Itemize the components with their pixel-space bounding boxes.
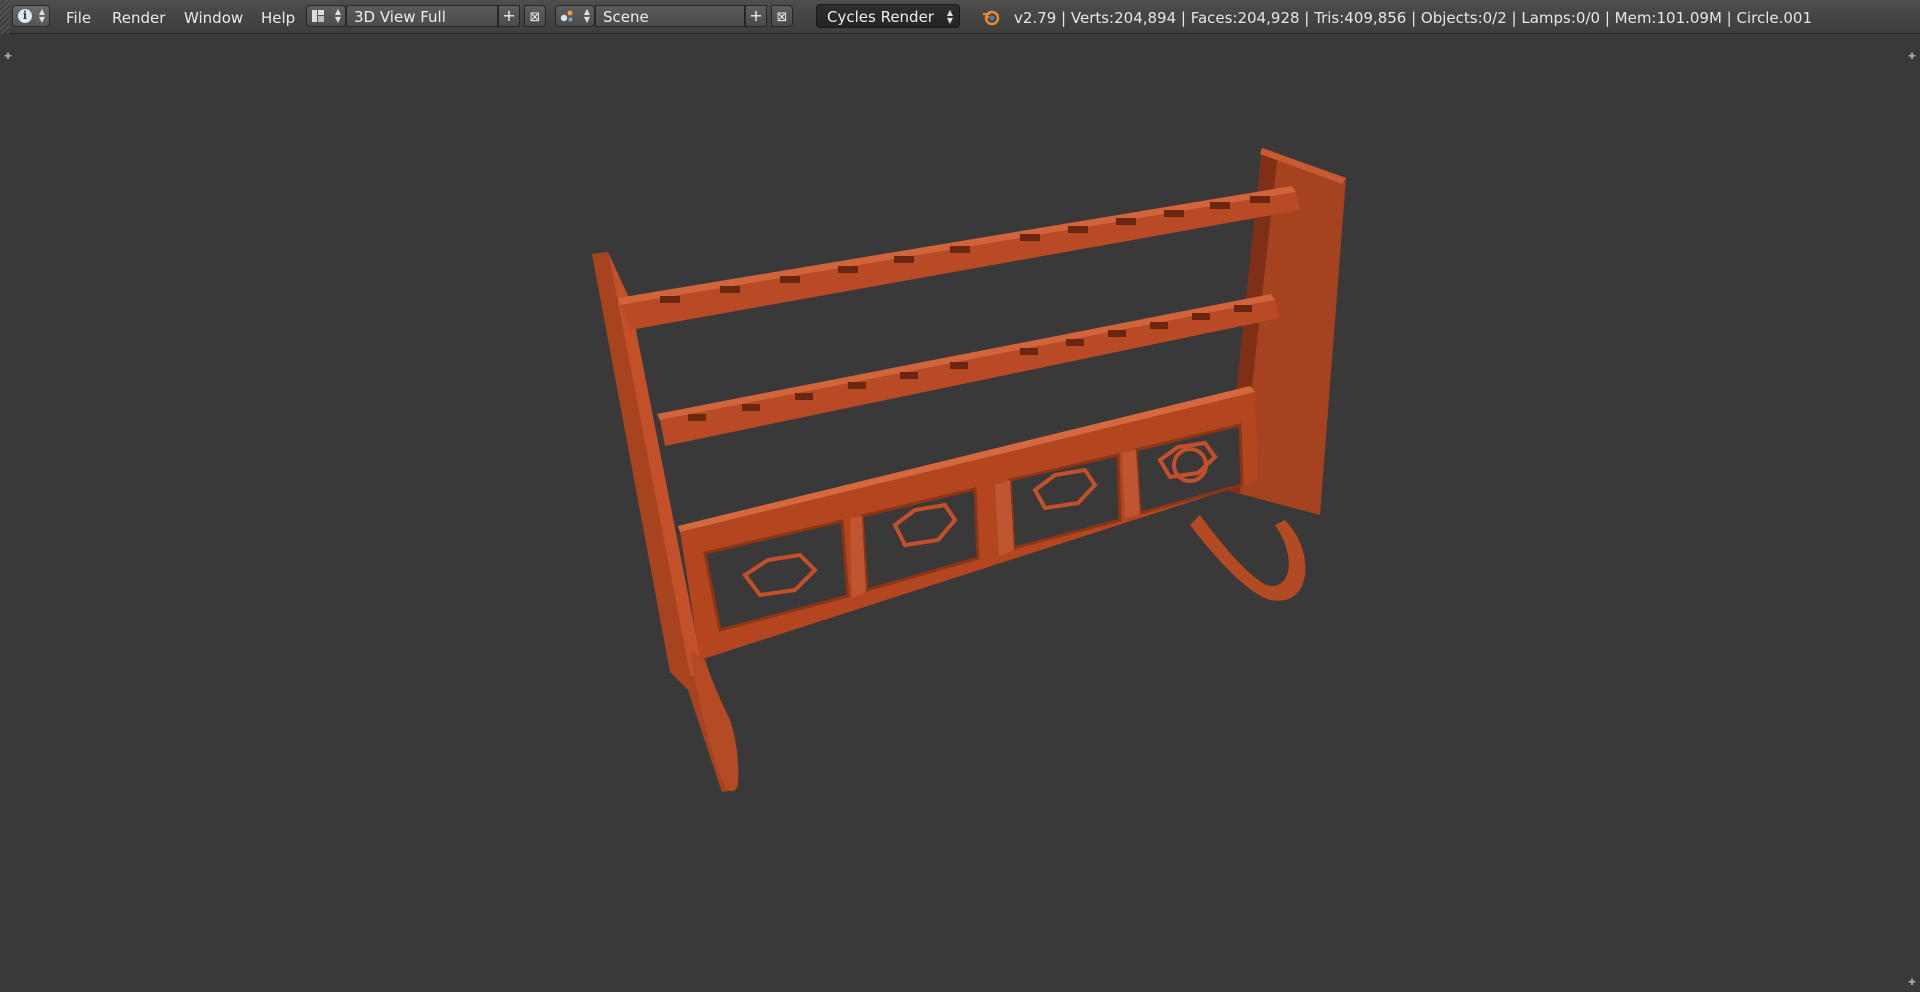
x-icon: ⊠ xyxy=(776,10,788,25)
remove-screen-layout-button[interactable]: ⊠ xyxy=(524,5,546,27)
updown-arrows-icon: ▲ ▼ xyxy=(334,7,341,24)
info-header: i ▲ ▼ File Render Window Help ▲ ▼ 3D View … xyxy=(0,0,1920,34)
rack-model[interactable] xyxy=(0,34,1920,992)
menu-file[interactable]: File xyxy=(66,9,91,27)
render-engine-selector[interactable]: Cycles Render ▲ ▼ xyxy=(816,4,960,28)
add-screen-layout-button[interactable]: + xyxy=(498,5,520,27)
menu-render[interactable]: Render xyxy=(112,9,165,27)
scene-selector[interactable]: ▲ ▼ xyxy=(555,5,595,27)
updown-arrows-icon: ▲ ▼ xyxy=(946,8,953,25)
editor-type-selector[interactable]: i ▲ ▼ xyxy=(12,5,50,27)
remove-scene-button[interactable]: ⊠ xyxy=(771,5,793,27)
screen-layout-name-field[interactable]: 3D View Full xyxy=(346,5,498,27)
x-icon: ⊠ xyxy=(529,10,541,25)
screen-layout-icon xyxy=(312,10,324,22)
screen-layout-selector[interactable]: ▲ ▼ xyxy=(306,5,346,27)
3d-viewport[interactable]: ✚ ✚ ✚ xyxy=(0,34,1920,992)
plus-icon: + xyxy=(502,6,516,25)
menu-window[interactable]: Window xyxy=(184,9,243,27)
plus-icon: + xyxy=(749,6,763,25)
blender-logo-icon xyxy=(983,10,1000,26)
scene-icon xyxy=(560,10,573,22)
updown-arrows-icon: ▲ ▼ xyxy=(38,7,45,24)
scene-name-field[interactable]: Scene xyxy=(595,5,745,27)
header-drag-handle[interactable] xyxy=(0,0,10,34)
menu-help[interactable]: Help xyxy=(261,9,295,27)
add-scene-button[interactable]: + xyxy=(745,5,767,27)
scene-statistics: v2.79 | Verts:204,894 | Faces:204,928 | … xyxy=(1014,9,1813,27)
info-icon: i xyxy=(18,9,32,23)
updown-arrows-icon: ▲ ▼ xyxy=(583,7,590,24)
render-engine-label: Cycles Render xyxy=(827,8,934,26)
